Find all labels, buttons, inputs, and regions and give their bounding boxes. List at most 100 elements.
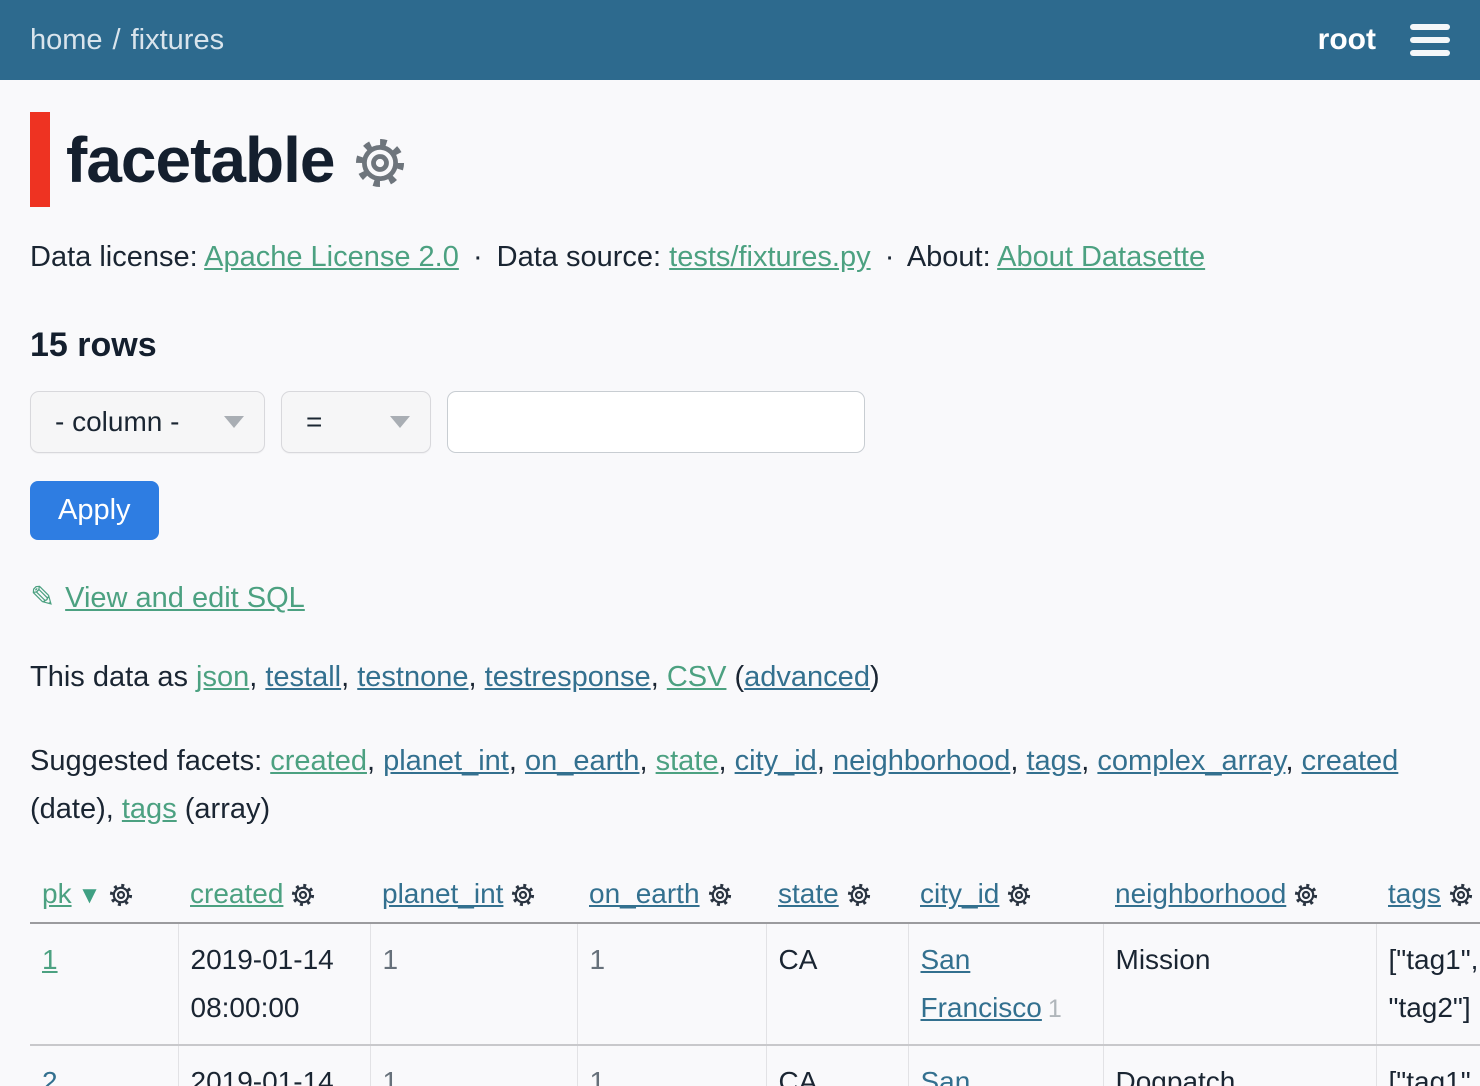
license-link[interactable]: Apache License 2.0 <box>204 241 459 273</box>
column-gear-icon[interactable] <box>291 883 315 907</box>
cell-neighborhood: Dogpatch <box>1103 1045 1376 1086</box>
sql-link-row: ✎ View and edit SQL <box>30 580 1450 615</box>
facet-link-on-earth[interactable]: on_earth <box>525 745 640 777</box>
column-header-tags-link[interactable]: tags <box>1388 878 1441 909</box>
filter-value-input[interactable] <box>447 391 865 453</box>
license-label: Data license: <box>30 241 198 273</box>
column-header-city-id: city_id <box>908 870 1103 923</box>
view-edit-sql-link[interactable]: View and edit SQL <box>65 582 305 614</box>
fk-count-label: 1 <box>1048 995 1062 1023</box>
menu-icon[interactable] <box>1410 24 1450 56</box>
column-header-state-link[interactable]: state <box>778 878 839 909</box>
filter-operator-value: = <box>306 406 322 438</box>
top-navigation-bar: home / fixtures root <box>0 0 1480 80</box>
metadata-line: Data license: Apache License 2.0 · Data … <box>30 241 1450 274</box>
cell-on-earth: 1 <box>577 1045 766 1086</box>
export-link-testresponse[interactable]: testresponse <box>485 661 651 693</box>
breadcrumb-fixtures-link[interactable]: fixtures <box>131 24 224 56</box>
facet-link-tags[interactable]: tags <box>1026 745 1081 777</box>
column-gear-icon[interactable] <box>1294 883 1318 907</box>
cell-planet-int: 1 <box>370 1045 577 1086</box>
column-gear-icon[interactable] <box>708 883 732 907</box>
table-row: 2 2019-01-14 08:00:00 1 1 CA San Francis… <box>30 1045 1480 1086</box>
apply-button[interactable]: Apply <box>30 481 159 540</box>
cell-neighborhood: Mission <box>1103 923 1376 1045</box>
source-link[interactable]: tests/fixtures.py <box>669 241 870 273</box>
cell-state: CA <box>766 1045 908 1086</box>
column-header-planet-int-link[interactable]: planet_int <box>382 878 503 909</box>
export-link-testall[interactable]: testall <box>265 661 341 693</box>
cell-created: 2019-01-14 08:00:00 <box>178 923 370 1045</box>
breadcrumb-home-link[interactable]: home <box>30 24 103 56</box>
table-row: 1 2019-01-14 08:00:00 1 1 CA San Francis… <box>30 923 1480 1045</box>
export-prefix: This data as <box>30 661 196 693</box>
column-header-tags: tags <box>1376 870 1480 923</box>
city-link[interactable]: San Francisco <box>921 944 1042 1023</box>
column-header-state: state <box>766 870 908 923</box>
column-header-pk-link[interactable]: pk <box>42 878 72 909</box>
about-label: About: <box>907 241 991 273</box>
about-link[interactable]: About Datasette <box>997 241 1205 273</box>
cell-city-id: San Francisco1 <box>908 1045 1103 1086</box>
column-gear-icon[interactable] <box>109 883 133 907</box>
export-links-row: This data as json, testall, testnone, te… <box>30 661 1450 694</box>
column-header-pk: pk▼ <box>30 870 178 923</box>
export-link-advanced[interactable]: advanced <box>744 661 870 693</box>
column-header-neighborhood: neighborhood <box>1103 870 1376 923</box>
facet-link-state[interactable]: state <box>656 745 719 777</box>
pencil-icon: ✎ <box>30 581 55 614</box>
chevron-down-icon <box>390 416 410 428</box>
column-gear-icon[interactable] <box>1007 883 1031 907</box>
facet-link-created[interactable]: created <box>270 745 367 777</box>
breadcrumb: home / fixtures <box>30 24 224 57</box>
column-gear-icon[interactable] <box>1449 883 1473 907</box>
facet-link-complex-array[interactable]: complex_array <box>1097 745 1285 777</box>
row-count-heading: 15 rows <box>30 326 1450 365</box>
row-pk-link[interactable]: 2 <box>42 1066 58 1086</box>
column-header-created: created <box>178 870 370 923</box>
results-table: pk▼ created planet_int on_earth state ci… <box>30 870 1480 1086</box>
column-gear-icon[interactable] <box>847 883 871 907</box>
facet-link-created-date[interactable]: created <box>1302 745 1399 777</box>
logged-in-user[interactable]: root <box>1318 23 1376 57</box>
filter-row: - column - = <box>30 391 1450 453</box>
table-settings-gear-icon[interactable] <box>354 137 406 189</box>
separator-dot: · <box>473 241 483 273</box>
suggested-facets-row: Suggested facets: created, planet_int, o… <box>30 738 1450 834</box>
cell-state: CA <box>766 923 908 1045</box>
export-link-testnone[interactable]: testnone <box>357 661 468 693</box>
page-title: facetable <box>66 123 334 197</box>
title-accent-bar <box>30 112 50 207</box>
cell-created: 2019-01-14 08:00:00 <box>178 1045 370 1086</box>
cell-on-earth: 1 <box>577 923 766 1045</box>
export-link-csv[interactable]: CSV <box>667 661 727 693</box>
column-header-neighborhood-link[interactable]: neighborhood <box>1115 878 1286 909</box>
table-header-row: pk▼ created planet_int on_earth state ci… <box>30 870 1480 923</box>
cell-tags: ["tag1", "tag3"] <box>1376 1045 1480 1086</box>
facet-link-tags-array[interactable]: tags <box>122 793 177 825</box>
row-pk-link[interactable]: 1 <box>42 944 58 975</box>
column-header-on-earth: on_earth <box>577 870 766 923</box>
column-header-created-link[interactable]: created <box>190 878 283 909</box>
breadcrumb-separator: / <box>113 24 121 56</box>
cell-city-id: San Francisco1 <box>908 923 1103 1045</box>
filter-column-select[interactable]: - column - <box>30 391 265 453</box>
main-content: facetable Data license: Apache License 2… <box>0 112 1480 1086</box>
column-header-on-earth-link[interactable]: on_earth <box>589 878 700 909</box>
facet-link-city-id[interactable]: city_id <box>735 745 817 777</box>
sort-desc-icon: ▼ <box>78 882 102 909</box>
cell-planet-int: 1 <box>370 923 577 1045</box>
export-link-json[interactable]: json <box>196 661 249 693</box>
cell-tags: ["tag1", "tag2"] <box>1376 923 1480 1045</box>
facet-link-neighborhood[interactable]: neighborhood <box>833 745 1010 777</box>
city-link[interactable]: San Francisco <box>921 1066 1042 1086</box>
column-header-planet-int: planet_int <box>370 870 577 923</box>
separator-dot: · <box>885 241 895 273</box>
chevron-down-icon <box>224 416 244 428</box>
filter-column-value: - column - <box>55 406 179 438</box>
column-header-city-id-link[interactable]: city_id <box>920 878 999 909</box>
facet-link-planet-int[interactable]: planet_int <box>383 745 509 777</box>
column-gear-icon[interactable] <box>511 883 535 907</box>
filter-operator-select[interactable]: = <box>281 391 431 453</box>
facets-prefix: Suggested facets: <box>30 745 270 777</box>
